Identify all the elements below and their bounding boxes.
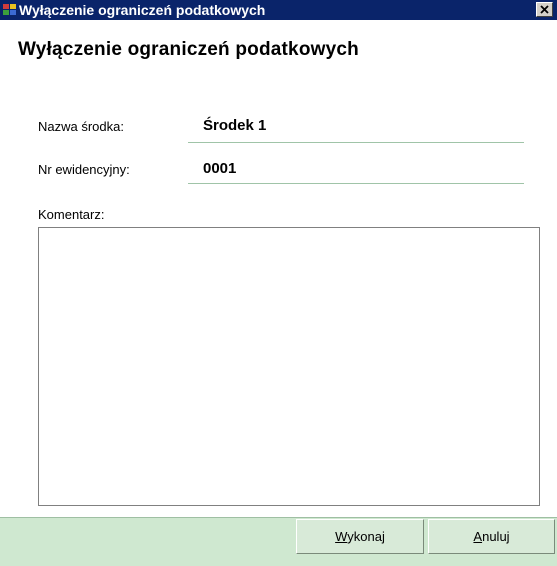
registry-number-label: Nr ewidencyjny:: [38, 162, 130, 177]
execute-mnemonic: W: [335, 529, 348, 544]
cancel-button[interactable]: Anuluj: [428, 519, 555, 554]
title-bar[interactable]: Wyłączenie ograniczeń podatkowych: [0, 0, 557, 20]
asset-name-underline: [188, 142, 524, 143]
registry-number-underline: [188, 183, 524, 184]
cancel-label: nuluj: [482, 529, 510, 544]
form-header: Wyłączenie ograniczeń podatkowych: [18, 39, 359, 60]
comment-label: Komentarz:: [38, 207, 105, 222]
dialog-window: Wyłączenie ograniczeń podatkowych Wyłącz…: [0, 0, 557, 566]
asset-name-label: Nazwa środka:: [38, 119, 124, 134]
cancel-mnemonic: A: [473, 529, 483, 544]
close-button[interactable]: [536, 2, 553, 17]
asset-name-value: Środek 1: [203, 117, 267, 134]
registry-number-value: 0001: [203, 160, 237, 177]
execute-button[interactable]: Wykonaj: [296, 519, 424, 554]
window-title: Wyłączenie ograniczeń podatkowych: [19, 2, 266, 18]
execute-label: ykonaj: [347, 529, 385, 544]
close-icon: [540, 5, 549, 14]
app-icon: [3, 4, 16, 15]
comment-textarea[interactable]: [38, 227, 540, 506]
